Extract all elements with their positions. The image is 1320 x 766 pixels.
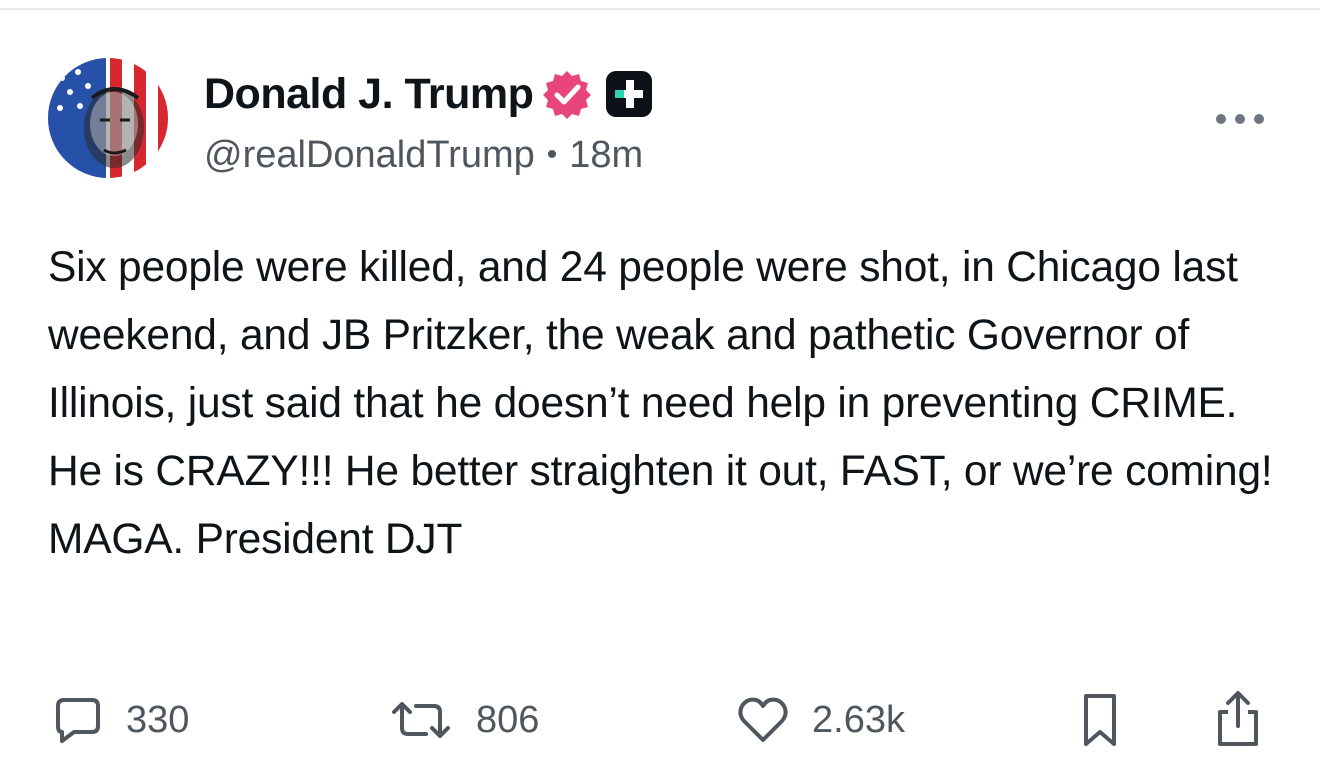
- post-card: Donald J. Trump @realDonaldTrump • 18m S…: [0, 0, 1320, 766]
- post-timestamp[interactable]: 18m: [569, 134, 643, 177]
- reply-count: 330: [126, 698, 190, 741]
- share-button[interactable]: [1212, 688, 1264, 752]
- author-row: Donald J. Trump: [204, 66, 655, 122]
- more-dot: [1216, 114, 1226, 124]
- avatar[interactable]: [48, 58, 168, 178]
- author-display-name[interactable]: Donald J. Trump: [204, 70, 534, 119]
- meta-separator: •: [546, 138, 558, 171]
- like-button[interactable]: 2.63k: [736, 688, 905, 752]
- bookmark-icon: [1078, 692, 1122, 748]
- bookmark-button[interactable]: [1078, 688, 1122, 752]
- retruth-count: 806: [476, 698, 540, 741]
- more-icon[interactable]: [1210, 104, 1270, 134]
- reply-button[interactable]: 330: [52, 688, 189, 752]
- plus-badge-icon: [603, 68, 655, 120]
- author-meta-row: @realDonaldTrump • 18m: [204, 130, 643, 180]
- more-dot: [1235, 114, 1245, 124]
- like-icon: [736, 694, 790, 746]
- action-bar: 330 806 2.63k: [0, 688, 1320, 752]
- post-body-text: Six people were killed, and 24 people we…: [48, 244, 1273, 563]
- retruth-button[interactable]: 806: [388, 688, 539, 752]
- author-handle[interactable]: @realDonaldTrump: [204, 134, 535, 177]
- like-count: 2.63k: [812, 698, 905, 741]
- retruth-icon: [388, 694, 454, 746]
- share-icon: [1212, 690, 1264, 750]
- more-dot: [1254, 114, 1264, 124]
- reply-icon: [52, 694, 104, 746]
- verified-badge-icon: [541, 68, 593, 120]
